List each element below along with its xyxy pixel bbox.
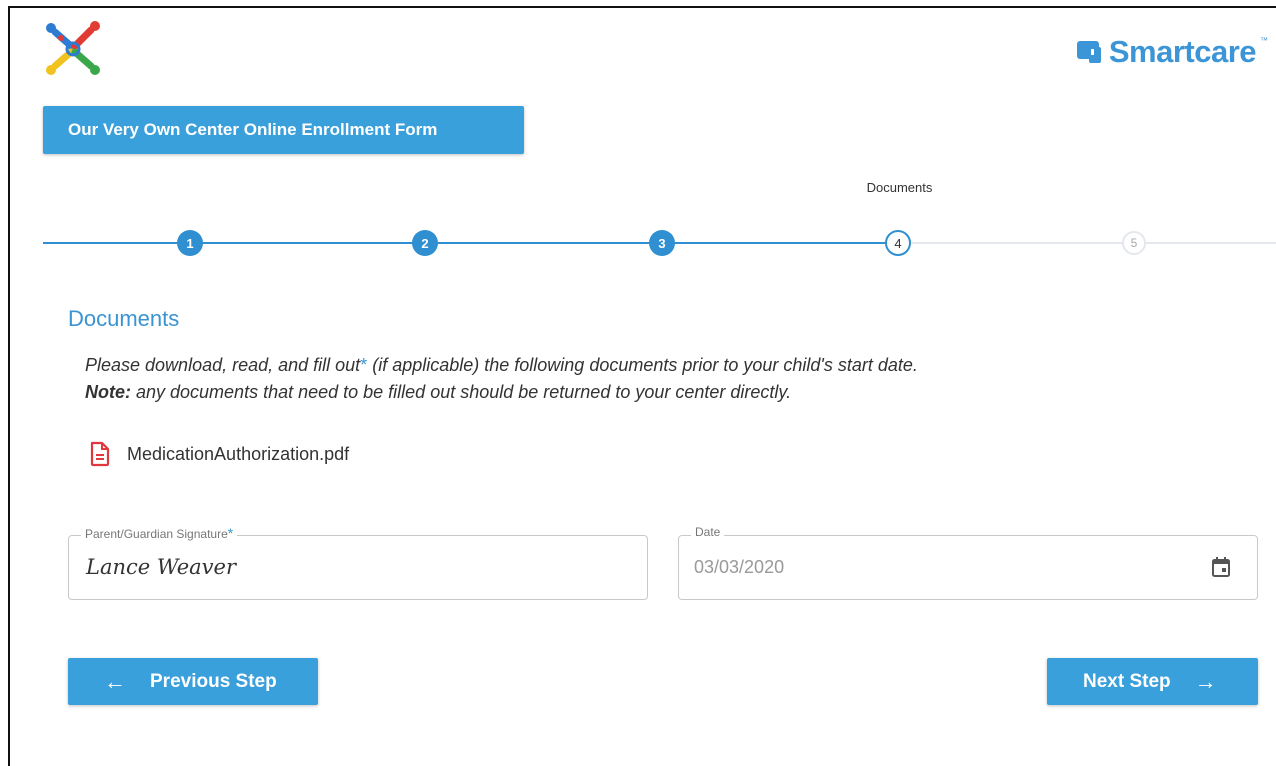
pdf-file-icon	[90, 441, 110, 467]
brand-name: Smartcare	[1108, 34, 1257, 69]
signature-required-asterisk: *	[227, 525, 234, 541]
previous-step-button[interactable]: ← Previous Step	[68, 658, 318, 705]
smartcare-logo: Smartcare ™	[1075, 34, 1268, 70]
date-label: Date	[691, 525, 725, 539]
document-name[interactable]: MedicationAuthorization.pdf	[127, 444, 349, 465]
date-value: 03/03/2020	[694, 557, 785, 577]
stepper-line-completed	[43, 242, 886, 244]
progress-stepper: Documents 1 2 3 4 5	[43, 180, 1276, 270]
next-step-label: Next Step	[1083, 670, 1171, 692]
calendar-icon[interactable]	[1211, 556, 1231, 578]
center-logo	[43, 20, 103, 78]
brand-trademark: ™	[1260, 35, 1268, 45]
instruction-after: (if applicable) the following documents …	[367, 355, 918, 375]
arrow-right-icon: →	[1194, 668, 1217, 694]
instruction-line: Please download, read, and fill out* (if…	[85, 352, 918, 379]
signature-value: Lance Weaver	[86, 555, 237, 579]
instructions: Please download, read, and fill out* (if…	[85, 352, 918, 406]
note-line: Note: any documents that need to be fill…	[85, 379, 918, 406]
date-field[interactable]: Date 03/03/2020	[678, 525, 1258, 600]
arrow-left-icon: ←	[104, 668, 126, 694]
signature-field[interactable]: Parent/Guardian Signature* Lance Weaver	[68, 525, 648, 600]
signature-label: Parent/Guardian Signature*	[81, 525, 238, 541]
step-4[interactable]: 4	[885, 230, 911, 256]
stepper-line-remaining	[886, 242, 1276, 244]
previous-step-label: Previous Step	[150, 670, 277, 692]
step-3[interactable]: 3	[649, 230, 675, 256]
step-5: 5	[1122, 231, 1146, 255]
next-step-button[interactable]: Next Step →	[1047, 658, 1258, 705]
signature-label-text: Parent/Guardian Signature	[85, 527, 228, 541]
section-title: Documents	[68, 306, 180, 331]
step-2[interactable]: 2	[412, 230, 438, 256]
smartcare-mark-icon	[1076, 41, 1101, 63]
step-1[interactable]: 1	[177, 230, 203, 256]
active-step-caption: Documents	[866, 180, 933, 195]
document-link[interactable]: MedicationAuthorization.pdf	[89, 441, 349, 467]
note-text: any documents that need to be filled out…	[131, 382, 792, 402]
instruction-before: Please download, read, and fill out	[85, 355, 361, 375]
form-title-bar: Our Very Own Center Online Enrollment Fo…	[43, 106, 524, 154]
note-label: Note:	[85, 382, 131, 402]
